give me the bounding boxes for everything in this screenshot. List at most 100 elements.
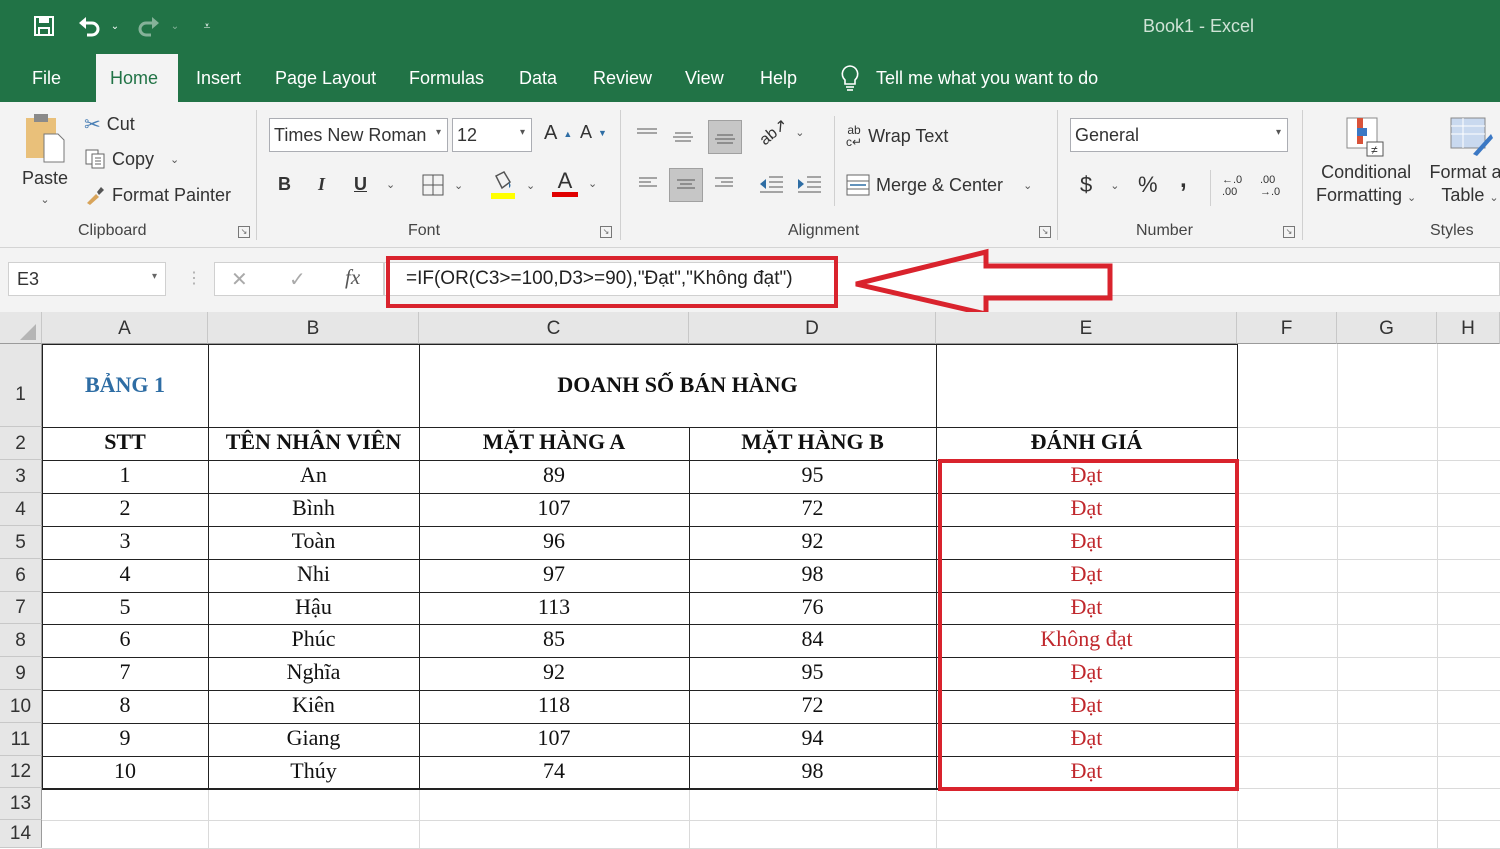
tell-me-search[interactable]: Tell me what you want to do [838, 54, 1098, 102]
row-header-13[interactable]: 13 [0, 788, 42, 820]
column-header-e[interactable]: E [936, 312, 1237, 344]
data-cell[interactable]: 113 [419, 594, 689, 620]
customize-qat-icon[interactable]: ⩡ [198, 12, 216, 40]
comma-button[interactable]: , [1180, 166, 1187, 194]
row-header-6[interactable]: 6 [0, 559, 42, 592]
data-cell[interactable]: An [208, 462, 419, 488]
data-cell[interactable]: 84 [689, 626, 936, 652]
redo-icon[interactable] [134, 12, 164, 40]
chevron-down-icon[interactable]: ⌄ [1023, 179, 1032, 192]
data-cell[interactable]: 98 [689, 758, 936, 784]
underline-button[interactable]: U [354, 174, 367, 195]
tab-home[interactable]: Home [96, 54, 178, 102]
row-header-11[interactable]: 11 [0, 723, 42, 756]
header-cell[interactable]: MẶT HÀNG A [419, 429, 689, 455]
row-header-8[interactable]: 8 [0, 624, 42, 657]
save-icon[interactable] [30, 12, 58, 40]
fill-color-button[interactable]: ⌄ [490, 170, 535, 200]
data-cell[interactable]: Nhi [208, 561, 419, 587]
percent-button[interactable]: % [1138, 172, 1158, 198]
header-cell[interactable]: STT [42, 429, 208, 455]
orientation-button[interactable]: ab↗ ⌄ [757, 116, 805, 149]
borders-button[interactable]: ⌄ [422, 174, 463, 196]
clipboard-launcher-icon[interactable]: ↘ [238, 226, 250, 238]
name-box[interactable]: E3 ▾ [8, 262, 166, 296]
row-header-12[interactable]: 12 [0, 756, 42, 788]
header-cell[interactable]: MẶT HÀNG B [689, 429, 936, 455]
data-cell[interactable]: Phúc [208, 626, 419, 652]
data-cell[interactable]: 2 [42, 495, 208, 521]
decrease-decimal-button[interactable]: .00 →.0 [1260, 174, 1286, 198]
data-cell[interactable]: 9 [42, 725, 208, 751]
row-header-10[interactable]: 10 [0, 690, 42, 723]
align-center-button[interactable] [669, 168, 703, 202]
data-cell[interactable]: 72 [689, 692, 936, 718]
cut-button[interactable]: ✂ Cut [84, 112, 135, 137]
font-name-select[interactable]: Times New Roman ▾ [269, 118, 448, 152]
data-cell[interactable]: 6 [42, 626, 208, 652]
formula-bar-grip-icon[interactable]: ⋮ [186, 268, 202, 288]
align-right-button[interactable] [714, 176, 738, 190]
insert-function-icon[interactable]: fx [345, 265, 360, 290]
data-cell[interactable]: 3 [42, 528, 208, 554]
data-cell[interactable]: Kiên [208, 692, 419, 718]
row-header-5[interactable]: 5 [0, 526, 42, 559]
bold-button[interactable]: B [278, 174, 291, 195]
alignment-launcher-icon[interactable]: ↘ [1039, 226, 1051, 238]
data-cell[interactable]: 5 [42, 594, 208, 620]
row-header-2[interactable]: 2 [0, 427, 42, 460]
align-left-button[interactable] [638, 176, 662, 190]
row-header-1[interactable]: 1 [0, 344, 42, 427]
header-cell[interactable]: TÊN NHÂN VIÊN [208, 429, 419, 455]
font-launcher-icon[interactable]: ↘ [600, 226, 612, 238]
row-header-7[interactable]: 7 [0, 592, 42, 624]
header-cell[interactable]: ĐÁNH GIÁ [936, 429, 1237, 455]
increase-font-size-button[interactable]: A ▲ [544, 122, 572, 145]
decrease-indent-button[interactable] [758, 174, 784, 194]
data-cell[interactable]: 107 [419, 725, 689, 751]
number-format-select[interactable]: General ▾ [1070, 118, 1288, 152]
data-cell[interactable]: 98 [689, 561, 936, 587]
redo-dropdown-icon[interactable]: ⌄ [168, 12, 182, 40]
row-header-14[interactable]: 14 [0, 820, 42, 848]
bottom-align-button[interactable] [708, 120, 742, 154]
merge-center-button[interactable]: Merge & Center ⌄ [846, 174, 1032, 196]
increase-decimal-button[interactable]: ←.0 .00 [1222, 174, 1248, 198]
data-cell[interactable]: 72 [689, 495, 936, 521]
data-cell[interactable]: 92 [689, 528, 936, 554]
data-cell[interactable]: 96 [419, 528, 689, 554]
data-cell[interactable]: 107 [419, 495, 689, 521]
data-cell[interactable]: 92 [419, 659, 689, 685]
increase-indent-button[interactable] [796, 174, 822, 194]
font-size-select[interactable]: 12 ▾ [452, 118, 532, 152]
data-cell[interactable]: 76 [689, 594, 936, 620]
data-cell[interactable]: Toàn [208, 528, 419, 554]
data-cell[interactable]: 4 [42, 561, 208, 587]
currency-button[interactable]: $ ⌄ [1080, 172, 1119, 198]
data-cell[interactable]: Giang [208, 725, 419, 751]
column-header-f[interactable]: F [1237, 312, 1337, 344]
decrease-font-size-button[interactable]: A ▼ [580, 122, 607, 143]
data-cell[interactable]: Thúy [208, 758, 419, 784]
data-cell[interactable]: 95 [689, 659, 936, 685]
font-color-button[interactable]: A ⌄ [552, 170, 597, 197]
data-cell[interactable]: Hậu [208, 594, 419, 620]
number-launcher-icon[interactable]: ↘ [1283, 226, 1295, 238]
copy-button[interactable]: Copy ⌄ [84, 148, 179, 170]
top-align-button[interactable] [636, 120, 664, 148]
tab-page-layout[interactable]: Page Layout [261, 54, 390, 102]
title-bang-1[interactable]: BẢNG 1 [42, 372, 208, 398]
middle-align-button[interactable] [672, 124, 700, 152]
underline-dropdown-icon[interactable]: ⌄ [386, 178, 395, 191]
data-cell[interactable]: 89 [419, 462, 689, 488]
format-painter-button[interactable]: Format Painter [84, 184, 231, 206]
row-header-4[interactable]: 4 [0, 493, 42, 526]
data-cell[interactable]: 94 [689, 725, 936, 751]
wrap-text-button[interactable]: ab c↵ Wrap Text [846, 124, 948, 148]
column-header-b[interactable]: B [208, 312, 419, 344]
data-cell[interactable]: 85 [419, 626, 689, 652]
column-header-c[interactable]: C [419, 312, 689, 344]
data-cell[interactable]: 97 [419, 561, 689, 587]
tab-formulas[interactable]: Formulas [395, 54, 498, 102]
conditional-formatting-button[interactable]: ≠ Conditional Formatting ⌄ [1316, 114, 1416, 206]
